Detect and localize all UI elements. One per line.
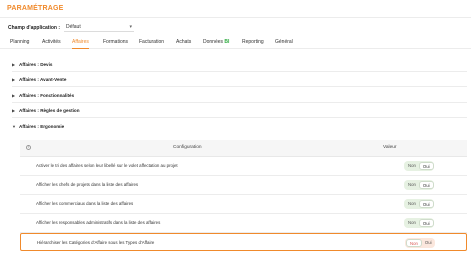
app-scope-value: Défaut: [66, 24, 81, 30]
chevron-down-icon: ▾: [129, 24, 132, 30]
column-header-configuration: Configuration: [173, 145, 202, 150]
section-label: Affaires : Ergonomie: [19, 123, 65, 129]
tab-affaires[interactable]: Affaires: [72, 39, 89, 49]
section-fonctionnalites[interactable]: ▶ Affaires : Fonctionnalités: [12, 89, 74, 101]
app-scope-label: Champ d'application :: [8, 25, 61, 31]
yes-no-toggle[interactable]: Non Oui: [404, 180, 434, 190]
tab-achats[interactable]: Achats: [176, 39, 191, 49]
table-row: Activer le tri des affaires selon leur l…: [20, 157, 467, 176]
toggle-option-non[interactable]: Non: [405, 162, 419, 170]
caret-right-icon: ▶: [12, 76, 16, 82]
tab-bar: Planning Activités Affaires Formations F…: [0, 37, 471, 49]
yes-no-toggle[interactable]: Non Oui: [404, 199, 434, 209]
toggle-option-non[interactable]: Non: [405, 219, 419, 227]
tab-donnees-bi[interactable]: Données BI: [203, 39, 229, 49]
app-scope-select[interactable]: Défaut ▾: [64, 22, 134, 32]
caret-right-icon: ▶: [12, 107, 16, 113]
section-regles-gestion[interactable]: ▶ Affaires : Règles de gestion: [12, 104, 80, 116]
config-label: Activer le tri des affaires selon leur l…: [36, 163, 178, 168]
section-label: Affaires : Fonctionnalités: [19, 92, 75, 98]
divider: [12, 117, 467, 118]
toggle-option-non[interactable]: Non: [406, 239, 422, 247]
toggle-option-non[interactable]: Non: [405, 181, 419, 189]
table-row-highlighted: Hiérarchiser les Catégories d'Affaire so…: [20, 233, 467, 251]
section-avant-vente[interactable]: ▶ Affaires : Avant-Vente: [12, 73, 66, 85]
tab-reporting[interactable]: Reporting: [242, 39, 264, 49]
app-scope-row: Champ d'application : Défaut ▾: [8, 23, 134, 33]
caret-right-icon: ▶: [12, 92, 16, 98]
tab-facturation[interactable]: Facturation: [139, 39, 164, 49]
section-label: Affaires : Règles de gestion: [19, 107, 80, 113]
toggle-option-oui[interactable]: Oui: [418, 162, 434, 170]
divider: [12, 102, 467, 103]
section-ergonomie[interactable]: ▼ Affaires : Ergonomie: [12, 120, 64, 132]
yes-no-toggle[interactable]: Non Oui: [404, 218, 434, 228]
column-header-valeur: Valeur: [383, 145, 397, 150]
config-label: Afficher les chefs de projets dans la li…: [36, 182, 139, 187]
toggle-option-non[interactable]: Non: [405, 200, 419, 208]
config-label: Afficher les commerciaux dans la liste d…: [36, 201, 134, 206]
caret-right-icon: ▶: [12, 61, 16, 67]
page-header: PARAMÉTRAGE: [0, 0, 471, 18]
section-devis[interactable]: ▶ Affaires : Devis: [12, 58, 52, 70]
page-title: PARAMÉTRAGE: [7, 5, 64, 12]
toggle-option-oui[interactable]: Oui: [422, 239, 435, 247]
divider: [12, 71, 467, 72]
toggle-option-oui[interactable]: Oui: [418, 219, 434, 227]
tab-planning[interactable]: Planning: [10, 39, 29, 49]
config-label: Hiérarchiser les Catégories d'Affaire so…: [37, 240, 155, 245]
divider: [12, 86, 467, 87]
tab-activites[interactable]: Activités: [42, 39, 61, 49]
tab-donnees-label: Données: [203, 39, 224, 45]
table-row: Afficher les chefs de projets dans la li…: [20, 176, 467, 195]
section-label: Affaires : Devis: [19, 61, 53, 67]
yes-no-toggle[interactable]: Non Oui: [405, 238, 435, 248]
ergonomie-table: i Configuration Valeur Activer le tri de…: [20, 140, 467, 252]
toggle-option-oui[interactable]: Oui: [418, 200, 434, 208]
bi-badge: BI: [224, 39, 230, 45]
section-label: Affaires : Avant-Vente: [19, 76, 67, 82]
tab-formations[interactable]: Formations: [103, 39, 128, 49]
caret-down-icon: ▼: [12, 123, 16, 129]
table-row: Afficher les responsables administratifs…: [20, 214, 467, 233]
table-header: i Configuration Valeur: [20, 140, 467, 157]
info-icon[interactable]: i: [26, 145, 31, 150]
tab-general[interactable]: Général: [275, 39, 293, 49]
table-row: Afficher les commerciaux dans la liste d…: [20, 195, 467, 214]
toggle-option-oui[interactable]: Oui: [418, 181, 434, 189]
yes-no-toggle[interactable]: Non Oui: [404, 161, 434, 171]
config-label: Afficher les responsables administratifs…: [36, 220, 161, 225]
